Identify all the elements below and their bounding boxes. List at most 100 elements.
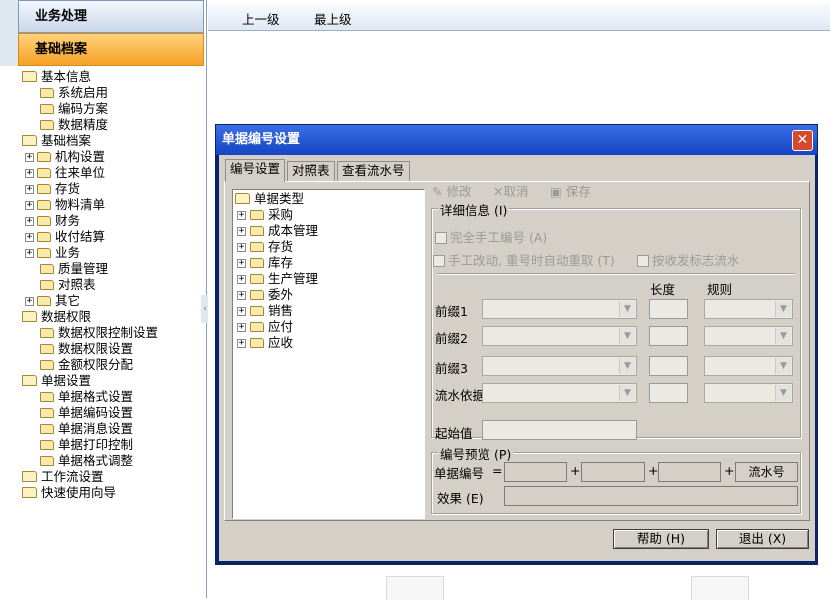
up-level-button[interactable]: 上一级: [242, 9, 280, 28]
expand-icon[interactable]: +: [237, 275, 246, 284]
detail-row-select[interactable]: ▼: [482, 326, 637, 346]
expand-icon[interactable]: +: [237, 259, 246, 268]
expand-icon[interactable]: +: [237, 339, 246, 348]
nav-tree-item[interactable]: 单据格式设置: [40, 389, 133, 405]
tab-view-serial[interactable]: 查看流水号: [337, 161, 410, 181]
folder-icon: [40, 423, 54, 434]
expand-icon[interactable]: +: [237, 307, 246, 316]
folder-icon: [40, 455, 54, 466]
nav-tree-item[interactable]: + 机构设置: [25, 149, 105, 165]
expand-icon[interactable]: +: [25, 153, 34, 162]
folder-icon: [37, 183, 51, 194]
nav-tree-item[interactable]: 数据精度: [40, 117, 108, 133]
nav-tree-item[interactable]: 单据格式调整: [40, 453, 133, 469]
preview-prefix3: [658, 462, 721, 482]
detail-row-rule-select[interactable]: ▼: [704, 299, 793, 319]
nav-tree-item[interactable]: + 存货: [25, 181, 80, 197]
checkbox-icon: [637, 254, 649, 267]
doc-type-item[interactable]: + 成本管理: [237, 223, 318, 239]
file-thumbnail[interactable]: [691, 576, 749, 600]
expand-icon[interactable]: +: [237, 211, 246, 220]
cancel-button[interactable]: ✕取消: [493, 181, 529, 200]
expand-icon[interactable]: +: [25, 233, 34, 242]
nav-tree-item[interactable]: 质量管理: [40, 261, 108, 277]
manual-change-checkbox[interactable]: 手工改动, 重号时自动重取 (T): [433, 250, 615, 269]
doc-type-item[interactable]: + 生产管理: [237, 271, 318, 287]
detail-row-length[interactable]: [649, 356, 688, 376]
nav-tree-item[interactable]: 单据编码设置: [40, 405, 133, 421]
nav-tree-item[interactable]: 快速使用向导: [22, 485, 116, 501]
nav-tree-item[interactable]: 数据权限: [22, 309, 91, 325]
doc-type-label: 应付: [268, 319, 294, 334]
nav-tree-item[interactable]: + 物料清单: [25, 197, 105, 213]
expand-icon[interactable]: +: [25, 169, 34, 178]
detail-row-length[interactable]: [649, 299, 688, 319]
detail-row-rule-select[interactable]: ▼: [704, 326, 793, 346]
nav-tree-item[interactable]: + 财务: [25, 213, 80, 229]
detail-row-select[interactable]: ▼: [482, 299, 637, 319]
expand-icon[interactable]: +: [237, 291, 246, 300]
nav-tree-item[interactable]: + 业务: [25, 245, 80, 261]
doc-type-label: 成本管理: [268, 223, 319, 238]
nav-tree-item[interactable]: 系统启用: [40, 85, 108, 101]
nav-tree-item[interactable]: 单据打印控制: [40, 437, 133, 453]
doc-type-item[interactable]: + 存货: [237, 239, 293, 255]
expand-icon[interactable]: +: [237, 227, 246, 236]
doc-type-item[interactable]: + 采购: [237, 207, 293, 223]
doc-type-label: 采购: [268, 207, 294, 222]
effect-field: [504, 486, 798, 506]
folder-icon: [40, 407, 54, 418]
nav-tree-item[interactable]: + 收付结算: [25, 229, 105, 245]
nav-tree-item[interactable]: 单据设置: [22, 373, 91, 389]
close-icon[interactable]: ✕: [792, 130, 813, 151]
doc-type-item[interactable]: + 委外: [237, 287, 293, 303]
nav-tree-item[interactable]: 数据权限设置: [40, 341, 133, 357]
nav-tree-item[interactable]: + 往来单位: [25, 165, 105, 181]
start-value-field[interactable]: [482, 420, 637, 440]
start-value-label: 起始值: [435, 426, 473, 441]
expand-icon[interactable]: +: [25, 201, 34, 210]
preview-prefix2: [581, 462, 645, 482]
nav-header-business[interactable]: 业务处理: [18, 0, 204, 33]
doc-type-item[interactable]: + 应收: [237, 335, 293, 351]
help-button[interactable]: 帮助 (H): [613, 529, 709, 549]
full-manual-checkbox[interactable]: 完全手工编号 (A): [435, 227, 547, 246]
exit-button[interactable]: 退出 (X): [716, 529, 809, 549]
modify-button[interactable]: ✎ 修改: [432, 181, 471, 200]
file-thumbnail[interactable]: [386, 576, 444, 600]
doc-type-item[interactable]: + 销售: [237, 303, 293, 319]
nav-tree-item[interactable]: 数据权限控制设置: [40, 325, 158, 341]
nav-header-base-archive[interactable]: 基础档案: [18, 33, 204, 66]
detail-row-length[interactable]: [649, 383, 688, 403]
nav-tree-item[interactable]: 基础档案: [22, 133, 91, 149]
nav-tree-item[interactable]: + 其它: [25, 293, 80, 309]
detail-row-select[interactable]: ▼: [482, 356, 637, 376]
top-level-button[interactable]: 最上级: [314, 9, 352, 28]
nav-tree-item[interactable]: 单据消息设置: [40, 421, 133, 437]
nav-tree-item[interactable]: 金额权限分配: [40, 357, 133, 373]
nav-tree-item[interactable]: 工作流设置: [22, 469, 104, 485]
doc-type-item[interactable]: + 应付: [237, 319, 293, 335]
expand-icon[interactable]: +: [25, 185, 34, 194]
expand-icon[interactable]: +: [25, 249, 34, 258]
detail-row-label: 前缀2: [435, 331, 468, 346]
detail-row-select[interactable]: ▼: [482, 383, 637, 403]
detail-row-rule-select[interactable]: ▼: [704, 383, 793, 403]
tree-root[interactable]: 单据类型: [235, 191, 304, 207]
expand-icon[interactable]: +: [237, 323, 246, 332]
expand-icon[interactable]: +: [237, 243, 246, 252]
tab-numbering-settings[interactable]: 编号设置: [225, 159, 286, 182]
expand-icon[interactable]: +: [25, 217, 34, 226]
tab-mapping-table[interactable]: 对照表: [287, 161, 335, 181]
detail-row-rule-select[interactable]: ▼: [704, 356, 793, 376]
expand-icon[interactable]: +: [25, 297, 34, 306]
nav-tree-item[interactable]: 基本信息: [22, 69, 91, 85]
nav-tree-item[interactable]: 对照表: [40, 277, 96, 293]
folder-icon: [250, 321, 264, 332]
separator: [437, 273, 795, 275]
save-button[interactable]: ▣ 保存: [550, 181, 591, 200]
doc-type-item[interactable]: + 库存: [237, 255, 293, 271]
nav-tree-item[interactable]: 编码方案: [40, 101, 108, 117]
detail-row-length[interactable]: [649, 326, 688, 346]
by-flag-checkbox[interactable]: 按收发标志流水: [637, 250, 740, 269]
